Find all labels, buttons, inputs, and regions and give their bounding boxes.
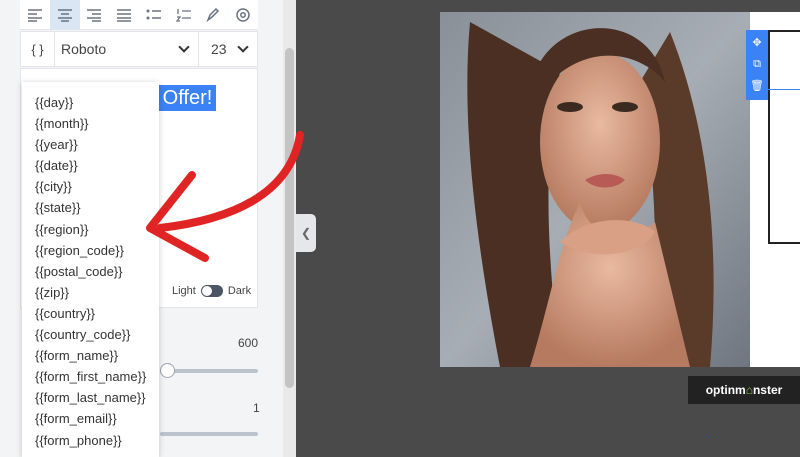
- bullet-list-icon: [146, 9, 161, 19]
- portrait-image: [440, 12, 750, 367]
- chevron-left-icon: ❮: [300, 226, 312, 240]
- smart-tag-item[interactable]: {{country}}: [22, 303, 159, 324]
- smart-tag-item[interactable]: {{city}}: [22, 176, 159, 197]
- chevron-down-icon: [237, 41, 249, 53]
- smart-tag-item[interactable]: {{region}}: [22, 219, 159, 240]
- trash-icon[interactable]: 🗑: [750, 80, 764, 92]
- smart-tag-item[interactable]: {{country_code}}: [22, 324, 159, 345]
- smart-tag-item[interactable]: {{day}}: [22, 92, 159, 113]
- line-height-slider[interactable]: [160, 432, 258, 436]
- move-icon[interactable]: ✥: [752, 38, 761, 49]
- smart-tag-icon: [236, 7, 250, 22]
- align-justify-icon: [117, 8, 132, 22]
- smart-tag-item[interactable]: {{zip}}: [22, 282, 159, 303]
- panel-scrollbar[interactable]: [283, 0, 296, 457]
- theme-switch[interactable]: [200, 285, 223, 297]
- smart-tag-item[interactable]: {{form_first_name}}: [22, 366, 159, 387]
- selection-guide-line: [768, 89, 800, 90]
- smart-tag-item[interactable]: {{year}}: [22, 134, 159, 155]
- line-height-value: 1: [253, 401, 260, 415]
- scrollbar-thumb[interactable]: [285, 48, 294, 388]
- smart-tag-item[interactable]: {{form_phone}}: [22, 430, 159, 451]
- smart-tag-item[interactable]: {{region_code}}: [22, 240, 159, 261]
- font-family-select[interactable]: Roboto: [55, 32, 199, 66]
- align-left-button[interactable]: [20, 0, 50, 30]
- custom-font-button[interactable]: { }: [21, 32, 55, 66]
- bullet-list-button[interactable]: [139, 0, 169, 30]
- font-settings-row: { } Roboto 23: [20, 31, 258, 67]
- smart-tag-item[interactable]: {{state}}: [22, 197, 159, 218]
- font-family-value: Roboto: [61, 41, 107, 57]
- smart-tag-button[interactable]: [228, 0, 258, 30]
- smart-tag-item[interactable]: {{form_name}}: [22, 345, 159, 366]
- monster-logo-icon: ⌂: [745, 383, 753, 397]
- font-size-value: 23: [211, 41, 227, 57]
- numbered-list-button[interactable]: [169, 0, 199, 30]
- align-left-icon: [27, 8, 42, 22]
- element-toolbar: ✥ ⧉ 🗑: [746, 30, 768, 100]
- align-center-button[interactable]: [49, 0, 80, 30]
- align-center-icon: [57, 8, 72, 22]
- smart-tag-item[interactable]: {{form_email}}: [22, 408, 159, 429]
- optinmonster-badge[interactable]: optinm ⌂ nster: [688, 376, 800, 404]
- smart-tag-item[interactable]: {{form_last_name}}: [22, 387, 159, 408]
- chevron-down-icon: [178, 41, 190, 53]
- font-weight-slider-handle[interactable]: [160, 363, 175, 378]
- theme-toggle: Light Dark: [172, 285, 251, 297]
- smart-tag-item[interactable]: {{month}}: [22, 113, 159, 134]
- smart-tag-dropdown: {{day}} {{month}} {{year}} {{date}} {{ci…: [22, 82, 159, 457]
- align-right-icon: [87, 8, 102, 22]
- text-format-toolbar: [20, 0, 258, 30]
- campaign-photo[interactable]: [440, 12, 750, 367]
- smart-tag-item[interactable]: {{postal_code}}: [22, 261, 159, 282]
- light-label: Light: [172, 285, 196, 297]
- duplicate-icon[interactable]: ⧉: [753, 59, 761, 70]
- cursor-dot: [707, 436, 709, 438]
- align-right-button[interactable]: [80, 0, 110, 30]
- pen-icon: [206, 7, 220, 22]
- font-size-select[interactable]: 23: [199, 32, 257, 66]
- numbered-list-icon: [175, 8, 191, 22]
- pen-button[interactable]: [199, 0, 229, 30]
- smart-tag-item[interactable]: {{date}}: [22, 155, 159, 176]
- dark-label: Dark: [227, 285, 252, 297]
- align-justify-button[interactable]: [109, 0, 139, 30]
- popup-content-frame[interactable]: [768, 30, 800, 244]
- collapse-panel-button[interactable]: ❮: [296, 214, 316, 252]
- font-weight-value: 600: [238, 336, 259, 350]
